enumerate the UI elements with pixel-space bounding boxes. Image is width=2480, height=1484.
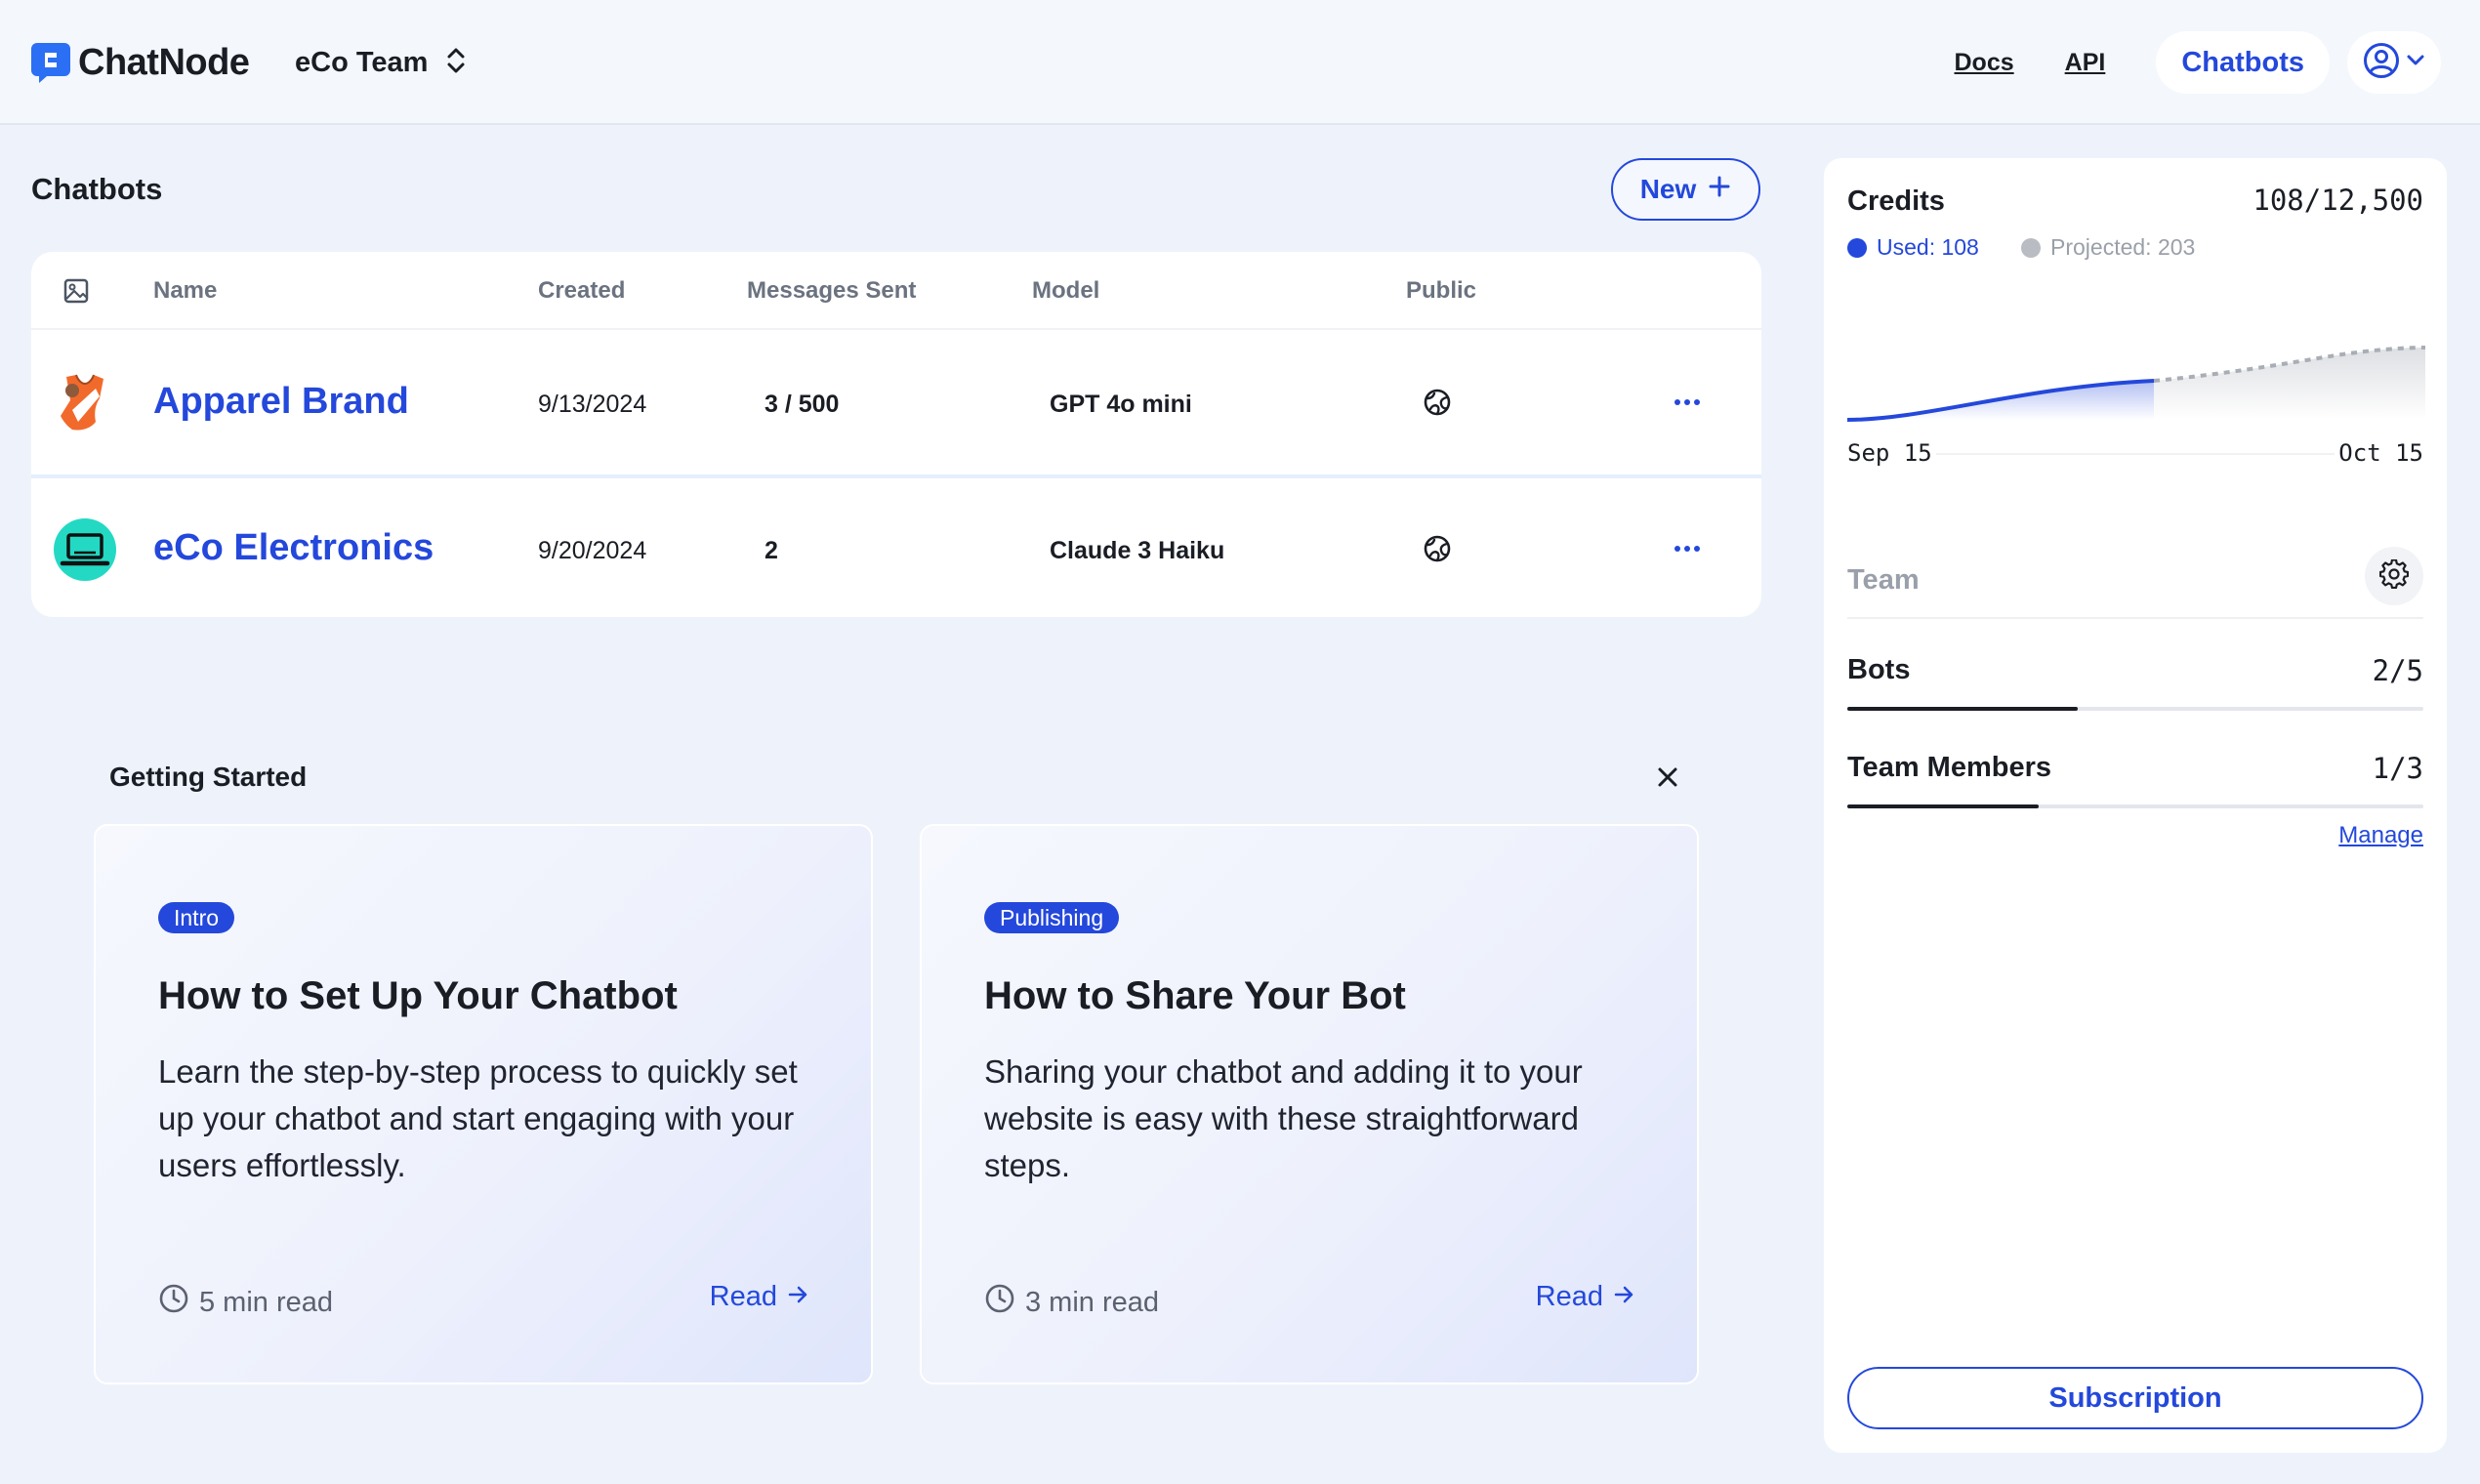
chatbots-heading: Chatbots [31, 172, 163, 206]
read-link[interactable]: Read [710, 1281, 808, 1313]
guide-description: Learn the step-by-step process to quickl… [158, 1053, 798, 1183]
bots-value: 2/5 [2372, 654, 2423, 687]
guide-title: How to Share Your Bot [984, 974, 1406, 1017]
legend-used: Used: 108 [1847, 234, 1979, 261]
more-options-button[interactable] [1668, 533, 1707, 564]
model-name: Claude 3 Haiku [1050, 537, 1225, 564]
legend-dot-projected [2021, 237, 2041, 258]
table-row[interactable]: Apparel Brand 9/13/2024 3 / 500 GPT 4o m… [31, 332, 1761, 474]
bots-progress-track [1847, 707, 2423, 711]
new-chatbot-button[interactable]: New [1611, 158, 1760, 221]
column-header-created[interactable]: Created [538, 277, 625, 305]
getting-started-heading: Getting Started [109, 762, 308, 792]
members-progress-fill [1847, 804, 2040, 808]
credits-heading: Credits [1847, 186, 1945, 217]
column-header-public[interactable]: Public [1406, 277, 1476, 305]
legend-projected: Projected: 203 [2021, 234, 2195, 261]
nav-chatbots-tab[interactable]: Chatbots [2156, 31, 2330, 94]
bots-label: Bots [1847, 654, 1911, 685]
team-switcher[interactable]: eCo Team [295, 39, 467, 86]
bot-name-link[interactable]: eCo Electronics [153, 527, 434, 569]
chart-start-label: Sep 15 [1843, 439, 1936, 467]
subscription-button[interactable]: Subscription [1847, 1367, 2423, 1429]
guide-tag: Intro [158, 902, 235, 933]
team-divider [1847, 617, 2423, 619]
members-progress-track [1847, 804, 2423, 808]
team-settings-button[interactable] [2365, 547, 2423, 605]
team-section-label: Team [1847, 564, 1920, 596]
column-header-model[interactable]: Model [1032, 277, 1099, 305]
guide-tag: Publishing [984, 902, 1120, 933]
created-date: 9/20/2024 [538, 537, 647, 564]
chatbots-table: Name Created Messages Sent Model Public … [31, 252, 1761, 617]
read-link[interactable]: Read [1536, 1281, 1634, 1313]
top-nav: Docs API Chatbots [1955, 31, 2441, 94]
chart-axis-line [1922, 453, 2339, 455]
usage-panel: Credits 108/12,500 Used: 108 Projected: … [1824, 158, 2447, 1453]
read-link-label: Read [1535, 1281, 1603, 1312]
clock-icon [158, 1283, 189, 1322]
bot-name-link[interactable]: Apparel Brand [153, 381, 409, 423]
column-header-messages[interactable]: Messages Sent [747, 277, 916, 305]
read-time: 5 min read [158, 1283, 333, 1322]
legend-used-label: Used: 108 [1877, 234, 1979, 260]
chatnode-logo[interactable]: ChatNode [31, 35, 250, 90]
nav-api-link[interactable]: API [2065, 49, 2106, 77]
arrow-right-icon [1613, 1281, 1634, 1313]
guide-card[interactable]: Intro How to Set Up Your Chatbot Learn t… [94, 824, 873, 1384]
user-circle-icon [2363, 42, 2400, 84]
chart-end-label: Oct 15 [2335, 439, 2427, 467]
messages-sent: 3 / 500 [765, 391, 840, 418]
top-header: ChatNode eCo Team Docs API Chatbots [0, 0, 2480, 125]
model-name: GPT 4o mini [1050, 391, 1192, 418]
arrow-right-icon [787, 1281, 808, 1313]
gear-icon [2378, 557, 2410, 594]
legend-projected-label: Projected: 203 [2050, 234, 2196, 260]
bots-progress-fill [1847, 707, 2078, 711]
created-date: 9/13/2024 [538, 391, 647, 418]
members-label: Team Members [1847, 752, 2051, 783]
user-menu-button[interactable] [2347, 31, 2441, 94]
legend-dot-used [1847, 237, 1867, 258]
members-usage: Team Members 1/3 [1847, 752, 2423, 810]
table-header: Name Created Messages Sent Model Public [31, 252, 1761, 330]
image-icon [62, 277, 90, 309]
chevron-up-down-icon [445, 46, 467, 80]
shirt-avatar [53, 371, 117, 435]
read-link-label: Read [709, 1281, 777, 1312]
new-button-label: New [1639, 174, 1697, 204]
bots-usage: Bots 2/5 [1847, 654, 2423, 713]
read-time: 3 min read [984, 1283, 1159, 1322]
guide-title: How to Set Up Your Chatbot [158, 974, 678, 1017]
guide-card[interactable]: Publishing How to Share Your Bot Sharing… [920, 824, 1699, 1384]
members-value: 1/3 [2372, 752, 2423, 785]
close-icon[interactable] [1650, 760, 1685, 795]
clock-icon [984, 1283, 1015, 1322]
read-time-text: 3 min read [1025, 1286, 1160, 1318]
read-time-text: 5 min read [199, 1286, 334, 1318]
guide-description: Sharing your chatbot and adding it to yo… [984, 1053, 1583, 1183]
globe-icon[interactable] [1422, 387, 1453, 423]
team-name: eCo Team [295, 46, 429, 78]
more-options-button[interactable] [1668, 387, 1707, 418]
messages-sent: 2 [765, 537, 778, 564]
chat-bubble-logo-icon [31, 41, 70, 84]
nav-docs-link[interactable]: Docs [1955, 49, 2014, 77]
manage-team-link[interactable]: Manage [2338, 822, 2423, 849]
chevron-down-icon [2406, 54, 2425, 72]
laptop-avatar [53, 517, 117, 582]
logo-text: ChatNode [78, 41, 250, 83]
globe-icon[interactable] [1422, 533, 1453, 569]
column-header-name[interactable]: Name [153, 277, 217, 305]
projected-area [2154, 348, 2425, 420]
table-row[interactable]: eCo Electronics 9/20/2024 2 Claude 3 Hai… [31, 474, 1761, 617]
credits-value: 108/12,500 [2253, 184, 2423, 217]
plus-icon [1708, 174, 1731, 205]
